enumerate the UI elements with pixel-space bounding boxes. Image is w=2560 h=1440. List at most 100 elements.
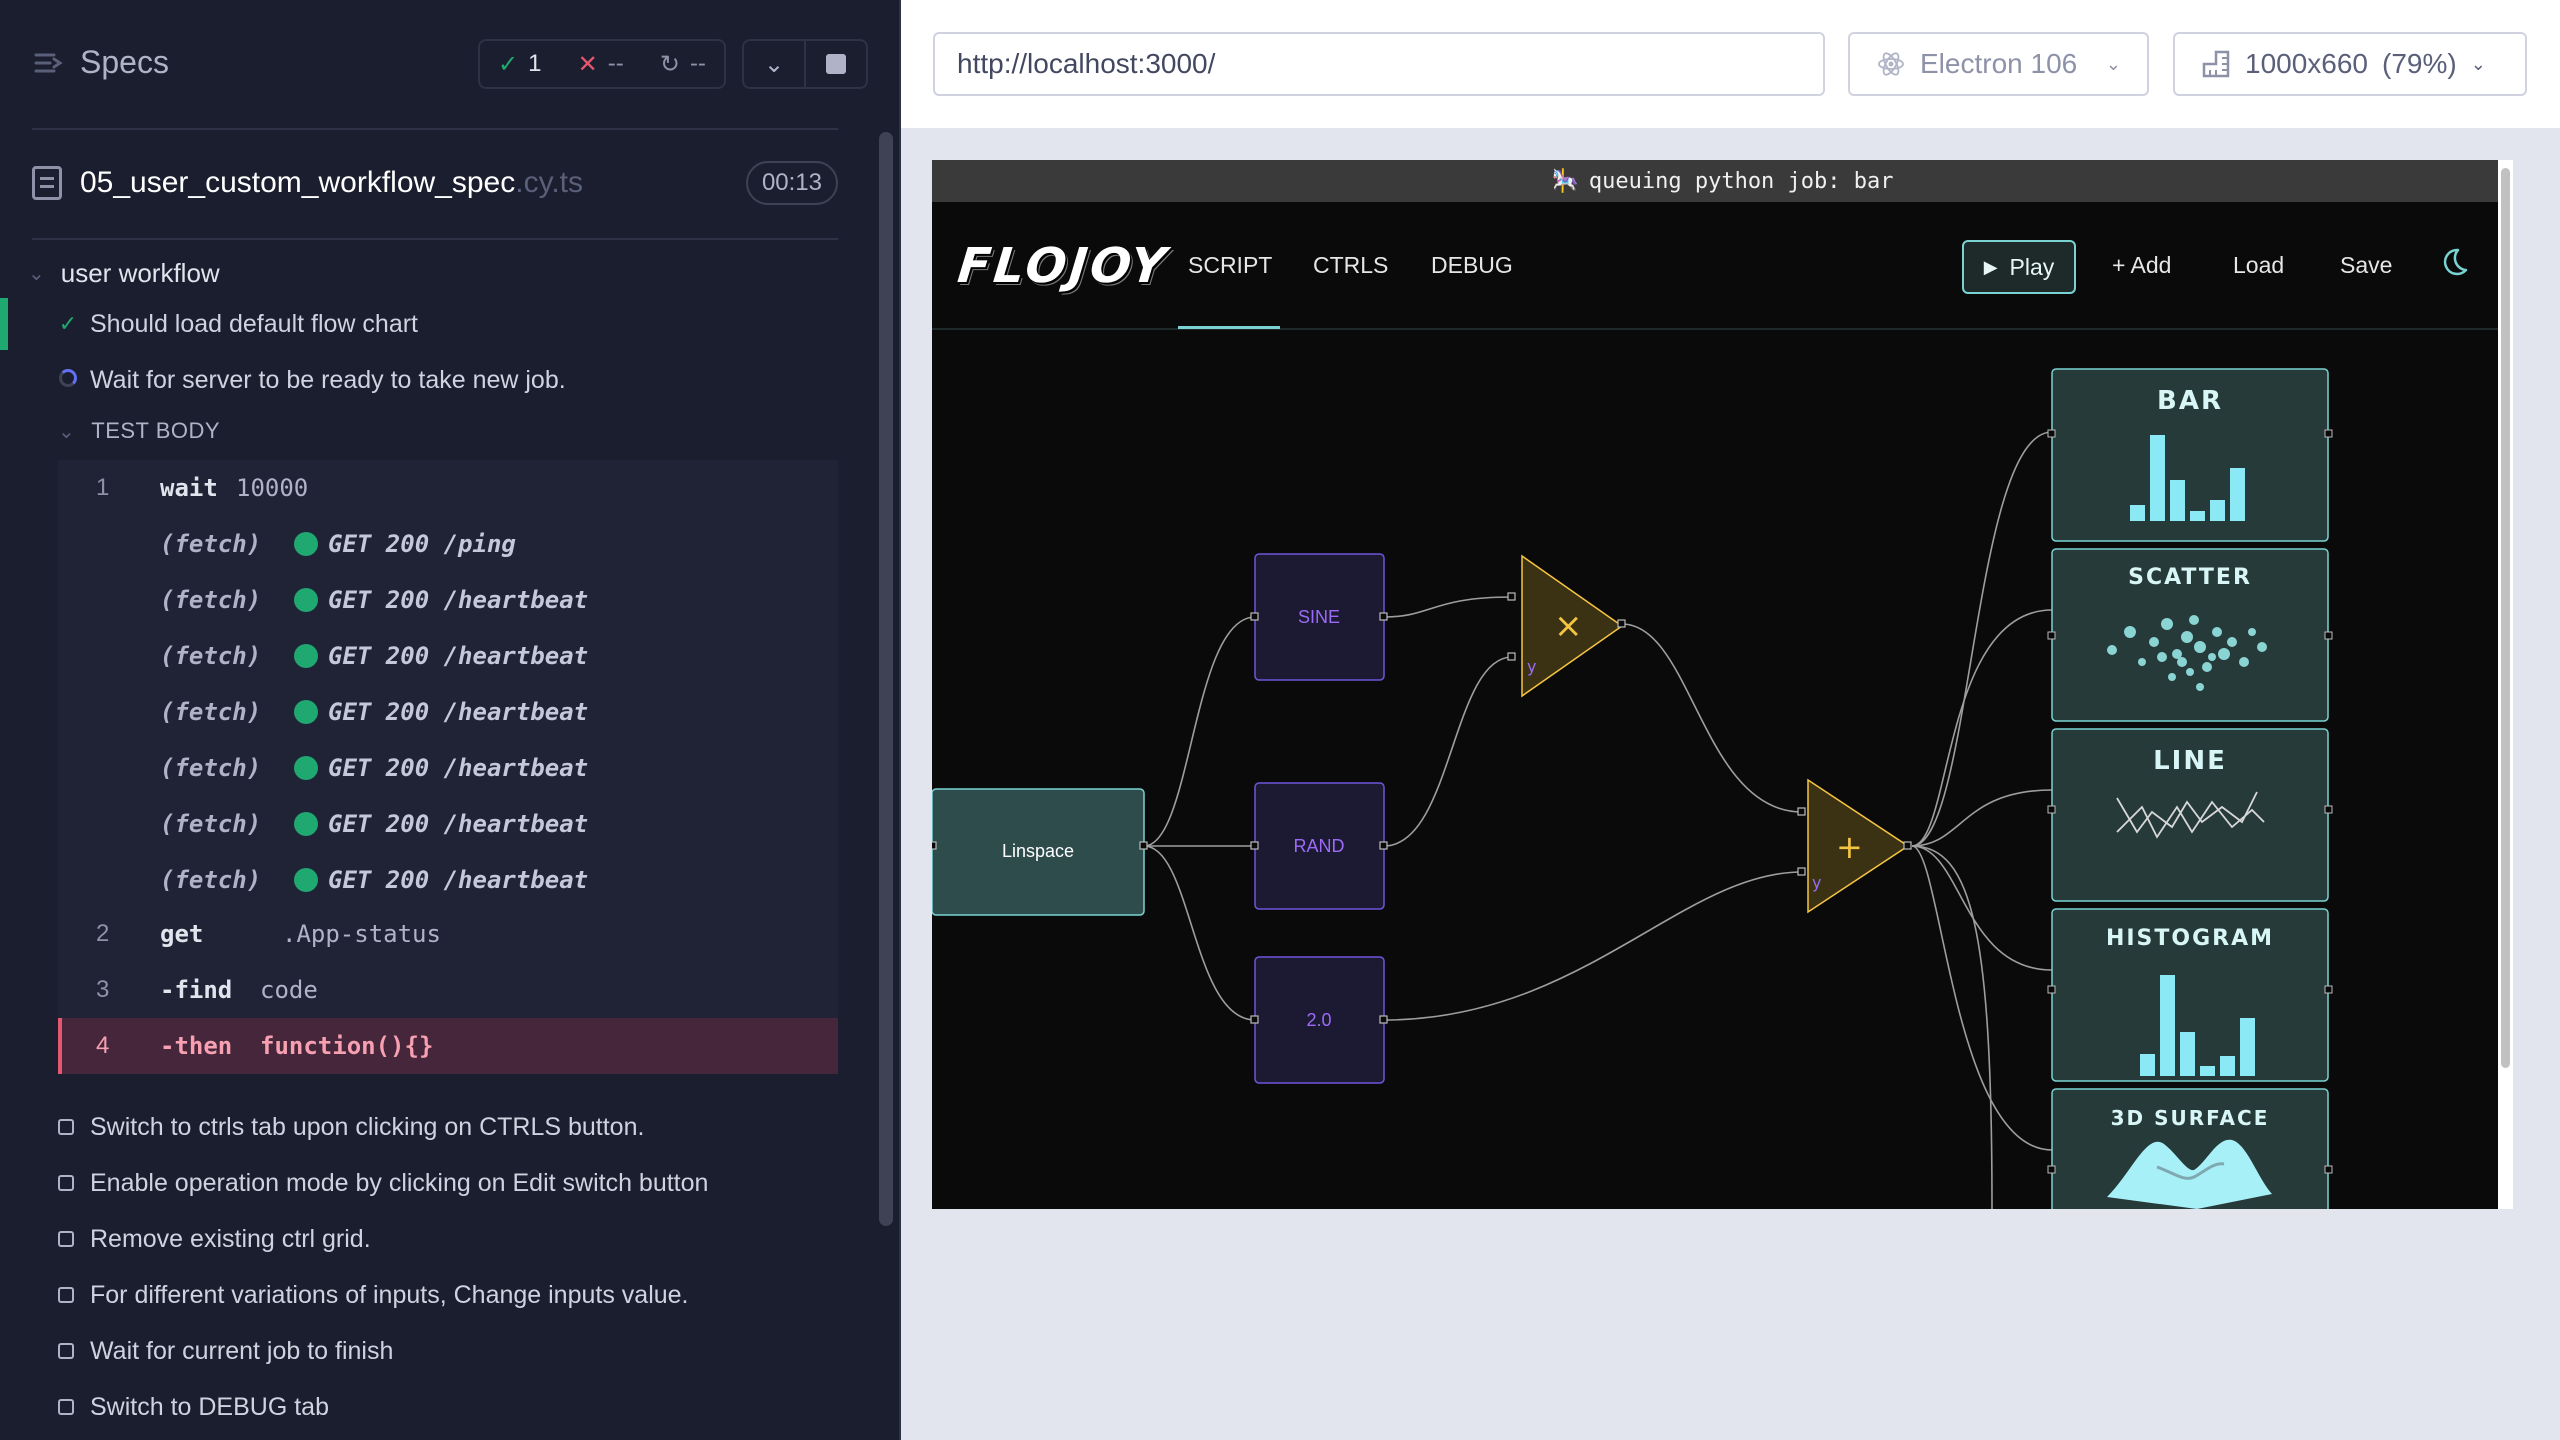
command-row[interactable]: 1 wait 10000: [58, 460, 838, 516]
plus-icon: +: [1836, 828, 1863, 866]
command-row-failed[interactable]: 4 -then function(){}: [58, 1018, 838, 1074]
status-dot-icon: [294, 756, 318, 780]
node-rand[interactable]: RAND: [1254, 782, 1385, 910]
test-item[interactable]: Wait for current job to finish: [0, 1325, 880, 1377]
url-bar[interactable]: http://localhost:3000/: [933, 32, 1825, 96]
node-add[interactable]: + y: [1807, 778, 1910, 914]
command-row[interactable]: (fetch) GET 200 /heartbeat: [58, 628, 838, 684]
reporter-panel: Specs ✓ 1 ✕ -- ↻ -- ⌄ 05_user_custom_workfl…: [0, 0, 899, 1440]
spec-file-row: 05_user_custom_workflow_spec .cy.ts 00:1…: [32, 160, 838, 206]
viewport-selector[interactable]: 1000x660 (79%) ⌄: [2173, 32, 2527, 96]
app-scrollbar[interactable]: [2501, 168, 2510, 1068]
test-label: Wait for server to be ready to take new …: [90, 365, 566, 394]
node-histogram[interactable]: HISTOGRAM: [2047, 908, 2333, 1082]
command-log: 1 wait 10000 (fetch) GET 200 /ping (fetc…: [58, 460, 838, 1074]
node-label: Linspace: [1002, 841, 1074, 861]
spinner-icon: [58, 367, 78, 393]
spec-file-name[interactable]: 05_user_custom_workflow_spec: [80, 166, 515, 200]
test-item[interactable]: Switch to DEBUG tab: [0, 1381, 880, 1433]
test-item[interactable]: Wait for server to be ready to take new …: [0, 354, 880, 406]
status-dot-icon: [294, 812, 318, 836]
test-item[interactable]: Switch to ctrls tab upon clicking on CTR…: [0, 1101, 880, 1153]
status-dot-icon: [294, 868, 318, 892]
status-message: queuing python job: bar: [1588, 168, 1894, 194]
node-line[interactable]: LINE: [2047, 728, 2333, 902]
test-body-label: TEST BODY: [91, 418, 221, 443]
test-body-toggle[interactable]: ⌄ TEST BODY: [58, 418, 220, 444]
command-row[interactable]: (fetch) GET 200 /heartbeat: [58, 740, 838, 796]
menu-icon: [34, 53, 63, 72]
node-3d-surface[interactable]: 3D SURFACE: [2047, 1088, 2333, 1209]
spec-file-ext: .cy.ts: [515, 166, 584, 199]
tab-script[interactable]: SCRIPT: [1188, 252, 1272, 279]
node-sine[interactable]: SINE: [1254, 553, 1385, 681]
node-label: 2.0: [1306, 1010, 1331, 1030]
save-button[interactable]: Save: [2340, 252, 2392, 279]
chevron-down-icon: ⌄: [2470, 53, 2486, 74]
suite-label: user workflow: [60, 257, 220, 288]
pending-checkbox-icon: [58, 1343, 74, 1359]
status-dot-icon: [294, 700, 318, 724]
flow-canvas[interactable]: Linspace SINE RAND 2.0 × y + y BAR SCATT…: [932, 332, 2498, 1209]
multiply-icon: ×: [1554, 606, 1583, 646]
svg-text:3D SURFACE: 3D SURFACE: [2111, 1106, 2270, 1130]
add-button[interactable]: + Add: [2112, 252, 2171, 279]
node-multiply[interactable]: × y: [1521, 554, 1624, 698]
x-icon: ✕: [577, 50, 598, 78]
viewport-size: 1000x660: [2245, 48, 2369, 79]
duration-badge: 00:13: [745, 161, 838, 205]
node-bar[interactable]: BAR: [2047, 368, 2333, 542]
node-constant[interactable]: 2.0: [1254, 956, 1385, 1084]
y-port-label: y: [1527, 657, 1536, 676]
electron-icon: [1878, 52, 1904, 76]
tab-debug[interactable]: DEBUG: [1431, 252, 1513, 279]
status-dot-icon: [294, 644, 318, 668]
moon-icon[interactable]: [2438, 246, 2470, 278]
test-item[interactable]: Enable operation mode by clicking on Edi…: [0, 1157, 880, 1209]
stop-button[interactable]: [804, 41, 866, 87]
check-icon: ✓: [498, 50, 519, 78]
divider: [32, 128, 838, 130]
command-row[interactable]: 2 get .App-status: [58, 906, 838, 962]
test-item[interactable]: ✓ Should load default flow chart: [0, 298, 880, 350]
command-row[interactable]: (fetch) GET 200 /heartbeat: [58, 796, 838, 852]
app-navbar: FLOJOY SCRIPT CTRLS DEBUG ▶ Play + Add L…: [932, 202, 2498, 330]
chevron-down-icon: ⌄: [2105, 53, 2121, 74]
expand-button[interactable]: ⌄: [744, 41, 804, 87]
divider: [32, 238, 838, 240]
pending-checkbox-icon: [58, 1119, 74, 1135]
node-label: SINE: [1298, 607, 1340, 627]
command-row[interactable]: 3 -find code: [58, 962, 838, 1018]
command-row[interactable]: (fetch) GET 200 /heartbeat: [58, 684, 838, 740]
load-button[interactable]: Load: [2233, 252, 2284, 279]
pending-icon: ↻: [659, 50, 680, 78]
run-controls: ⌄: [742, 39, 868, 89]
specs-toggle[interactable]: Specs: [32, 44, 169, 81]
flojoy-logo: FLOJOY: [955, 238, 1172, 294]
test-item[interactable]: For different variations of inputs, Chan…: [0, 1269, 880, 1321]
test-stats: ✓ 1 ✕ -- ↻ --: [478, 39, 726, 89]
document-icon: [32, 166, 62, 200]
reporter-header: Specs ✓ 1 ✕ -- ↻ -- ⌄: [0, 0, 880, 130]
node-linspace[interactable]: Linspace: [932, 788, 1145, 916]
svg-text:LINE: LINE: [2153, 746, 2227, 776]
reporter-scrollbar[interactable]: [879, 132, 893, 1226]
test-item[interactable]: Remove existing ctrl grid.: [0, 1213, 880, 1265]
command-row[interactable]: (fetch) GET 200 /ping: [58, 516, 838, 572]
pending-checkbox-icon: [58, 1231, 74, 1247]
svg-text:HISTOGRAM: HISTOGRAM: [2106, 926, 2274, 951]
command-row[interactable]: (fetch) GET 200 /heartbeat: [58, 572, 838, 628]
browser-name: Electron 106: [1920, 48, 2078, 79]
tab-ctrls[interactable]: CTRLS: [1313, 252, 1388, 279]
browser-selector[interactable]: Electron 106 ⌄: [1848, 32, 2149, 96]
suite-title[interactable]: ⌄ user workflow: [28, 250, 220, 296]
failed-stat: ✕ --: [577, 50, 624, 78]
stop-icon: [826, 54, 846, 74]
command-row[interactable]: (fetch) GET 200 /heartbeat: [58, 852, 838, 908]
status-dot-icon: [294, 588, 318, 612]
play-button[interactable]: ▶ Play: [1962, 240, 2076, 294]
node-label: RAND: [1293, 836, 1344, 856]
ruler-icon: [2202, 50, 2230, 78]
node-scatter[interactable]: SCATTER: [2047, 548, 2333, 722]
viewport-zoom: (79%): [2382, 48, 2457, 79]
